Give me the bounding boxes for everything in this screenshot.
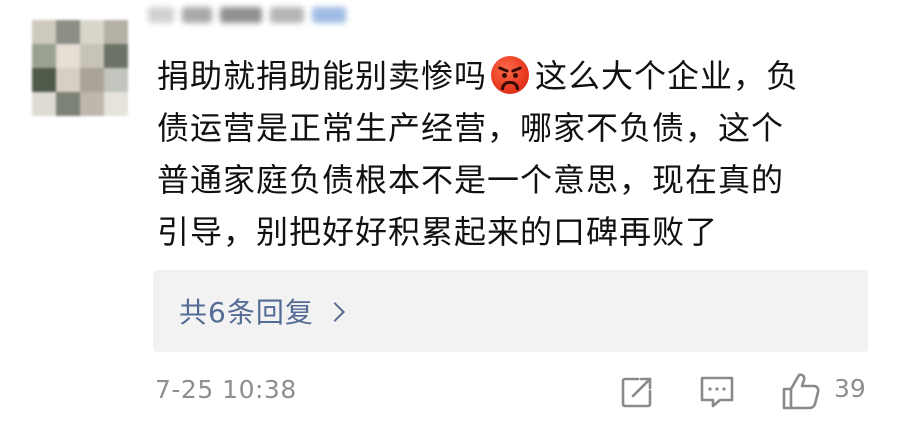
chevron-right-icon (324, 302, 345, 322)
thumbs-up-icon[interactable] (780, 370, 822, 412)
username[interactable] (148, 4, 354, 26)
comment-line: 普通家庭负债根本不是一个意思，现在真的 (157, 161, 785, 199)
angry-face-icon (491, 56, 530, 94)
view-replies-button[interactable]: 共6条回复 (153, 270, 868, 352)
comment-bubble-icon[interactable] (698, 374, 736, 410)
comment-line: 引导，别把好好积累起来的口碑再败了 (157, 213, 719, 251)
comment-segment: 这么大个企业，负 (535, 57, 800, 95)
comment-line: 捐助就捐助能别卖惨吗 这么大个企业，负 (157, 50, 857, 102)
comment-segment: 捐助就捐助能别卖惨吗 (157, 57, 488, 95)
comment-text: 捐助就捐助能别卖惨吗 这么大个企业，负 债运营是正常生产经营，哪家不负债，这个 普… (157, 50, 857, 258)
replies-label: 共6条回复 (179, 296, 314, 329)
like-count: 39 (834, 374, 866, 403)
timestamp: 7-25 10:38 (155, 375, 297, 404)
comment-card: 捐助就捐助能别卖惨吗 这么大个企业，负 债运营是正常生产经营，哪家不负债，这个 普… (0, 0, 900, 432)
avatar[interactable] (32, 20, 128, 116)
share-edit-icon[interactable] (619, 374, 655, 410)
comment-line: 债运营是正常生产经营，哪家不负债，这个 (157, 109, 785, 147)
